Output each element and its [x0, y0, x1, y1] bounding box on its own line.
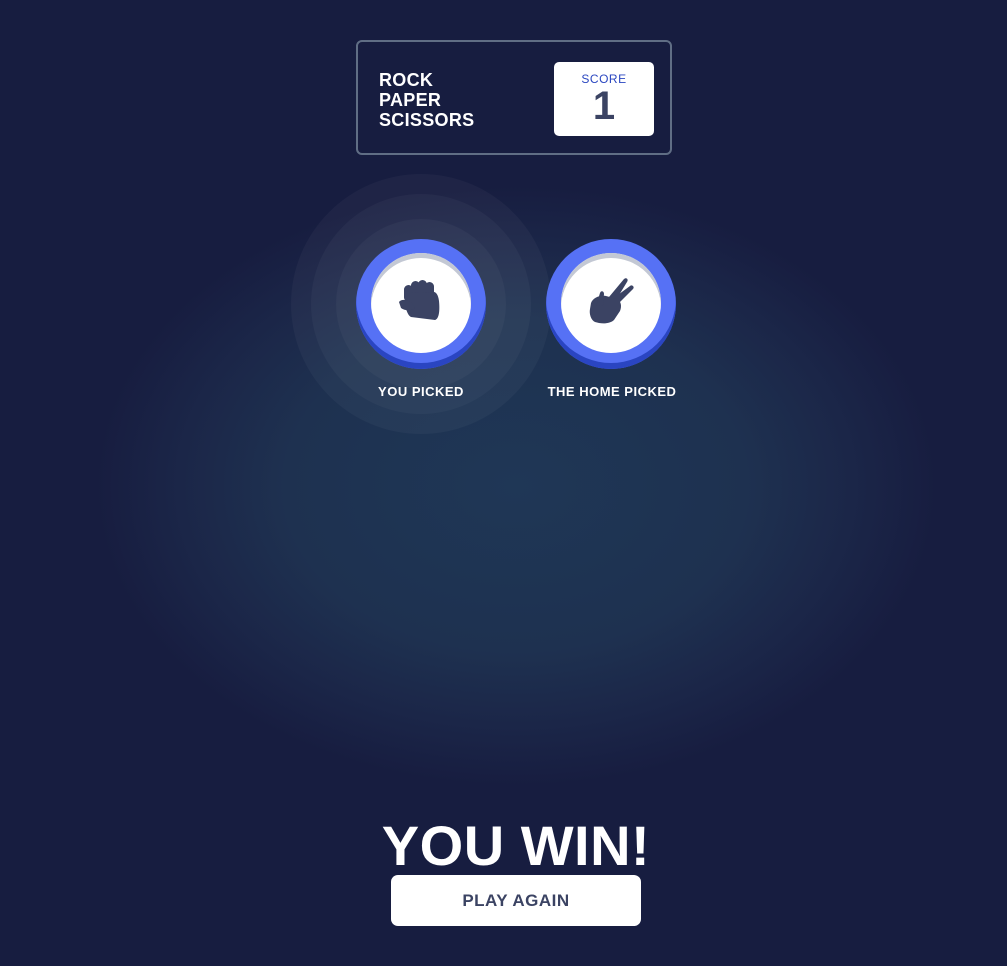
title-line-rock: ROCK [379, 70, 434, 90]
score-box: SCORE 1 [554, 62, 654, 136]
player-pick-chip-face [371, 253, 471, 353]
title-line-scissors: SCISSORS [379, 110, 475, 130]
rock-fist-icon [395, 275, 447, 332]
house-pick-chip [546, 239, 676, 369]
player-pick-label: YOU PICKED [378, 384, 464, 399]
game-title: ROCK PAPER SCISSORS [379, 70, 474, 130]
house-pick-label: THE HOME PICKED [547, 384, 677, 399]
house-pick-chip-face [561, 253, 661, 353]
player-pick-chip [356, 239, 486, 369]
score-value: 1 [592, 84, 616, 128]
title-line-paper: PAPER [379, 90, 442, 110]
play-again-button[interactable]: PLAY AGAIN [391, 875, 641, 926]
result-message: YOU WIN! [381, 814, 651, 877]
scissors-hand-icon [583, 273, 639, 334]
game-header: ROCK PAPER SCISSORS SCORE 1 [356, 40, 672, 155]
